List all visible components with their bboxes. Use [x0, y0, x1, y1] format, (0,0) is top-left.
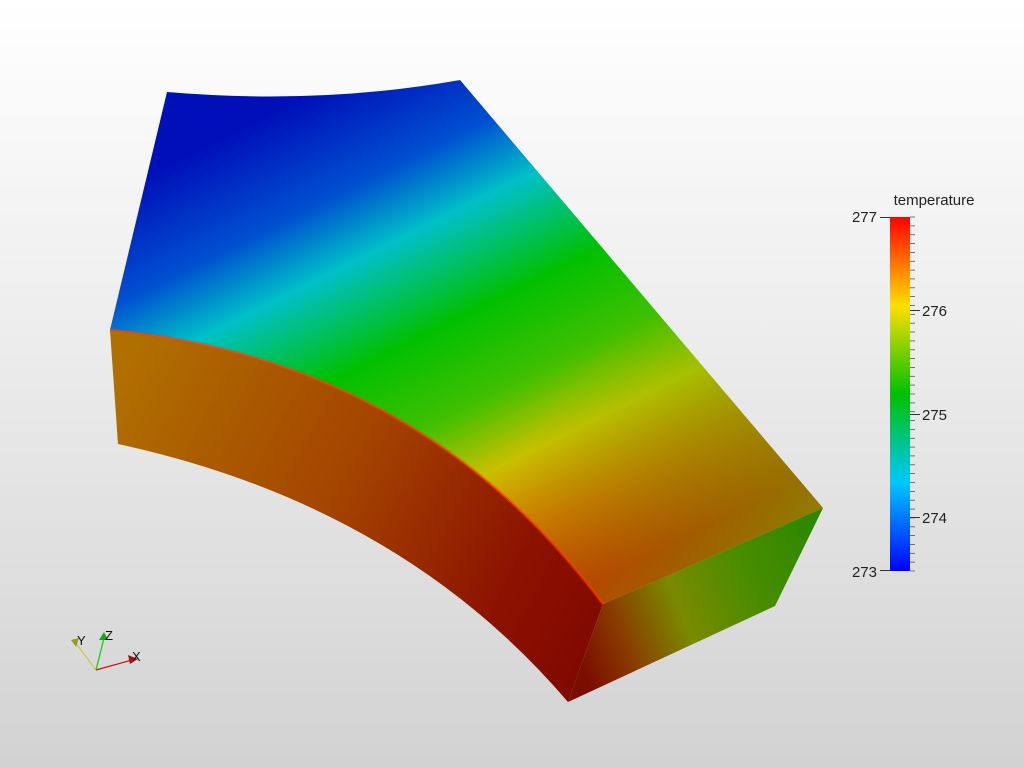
scalar-bar-colormap	[890, 217, 910, 571]
x-axis-line	[95, 659, 133, 671]
z-axis-label: Z	[105, 628, 113, 643]
mesh-model[interactable]	[109, 80, 823, 702]
x-axis-label: X	[132, 649, 141, 664]
z-axis-line	[95, 637, 105, 671]
y-axis-label: Y	[77, 633, 86, 648]
orientation-axes-widget[interactable]: X Y Z	[71, 628, 141, 671]
tick-label-275: 275	[922, 407, 947, 424]
tick-label-276: 276	[922, 303, 947, 320]
scalar-bar-title: temperature	[894, 192, 975, 209]
tick-label-274: 274	[922, 510, 947, 527]
scalar-bar-legend[interactable]: temperature 277 276 275 274 273	[852, 192, 974, 581]
tick-label-277: 277	[852, 209, 877, 226]
tick-label-273: 273	[852, 564, 877, 581]
render-viewport[interactable]: temperature 277 276 275 274 273 X Y Z	[0, 0, 1024, 768]
